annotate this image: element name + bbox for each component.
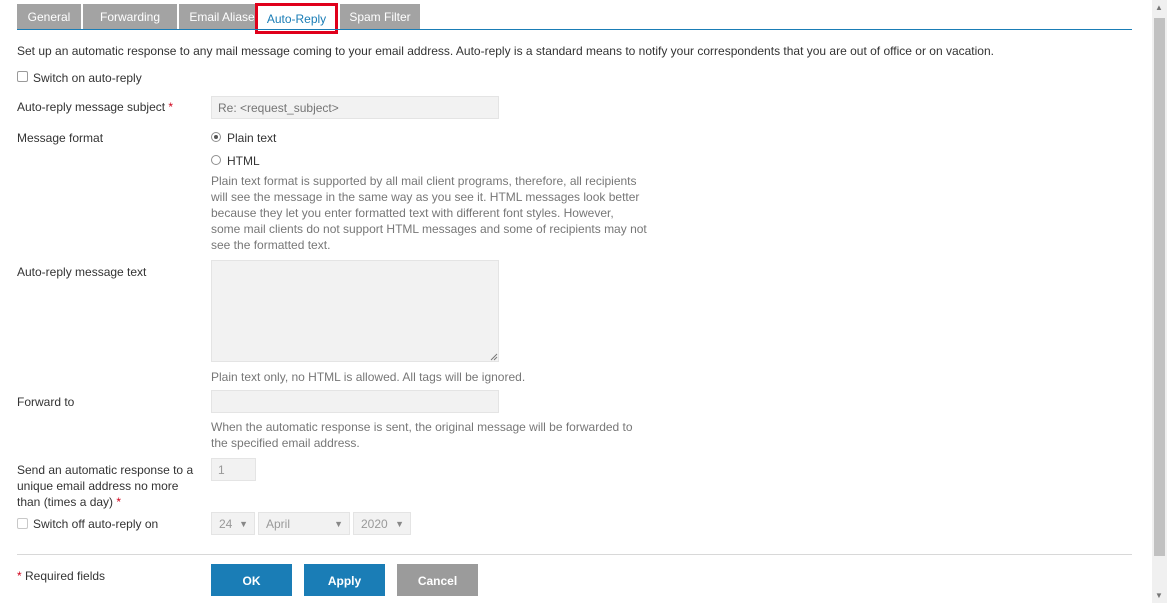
plain-text-radio[interactable] bbox=[211, 132, 221, 142]
chevron-down-icon: ▼ bbox=[239, 519, 248, 529]
message-text-hint: Plain text only, no HTML is allowed. All… bbox=[211, 370, 526, 384]
subject-input[interactable] bbox=[211, 96, 499, 119]
vertical-scrollbar[interactable]: ▲ ▼ bbox=[1152, 0, 1167, 603]
subject-label: Auto-reply message subject * bbox=[17, 100, 173, 114]
scroll-up-icon[interactable]: ▲ bbox=[1155, 3, 1163, 12]
month-value: April bbox=[266, 517, 291, 531]
frequency-label-line: than (times a day) * bbox=[17, 494, 193, 510]
switch-on-label: Switch on auto-reply bbox=[33, 71, 142, 85]
cancel-button[interactable]: Cancel bbox=[397, 564, 478, 596]
frequency-label-line: Send an automatic response to a bbox=[17, 463, 194, 477]
tab-forwarding[interactable]: Forwarding bbox=[83, 4, 177, 30]
html-label: HTML bbox=[227, 154, 260, 168]
frequency-label-text: than (times a day) bbox=[17, 495, 114, 509]
year-select[interactable]: 2020 ▼ bbox=[353, 512, 411, 535]
chevron-down-icon: ▼ bbox=[395, 519, 404, 529]
chevron-down-icon: ▼ bbox=[334, 519, 343, 529]
switch-off-label: Switch off auto-reply on bbox=[33, 517, 159, 531]
format-hint-line: will see the message in the same way as … bbox=[211, 190, 640, 204]
format-hint: Plain text format is supported by all ma… bbox=[211, 173, 647, 253]
scroll-down-icon[interactable]: ▼ bbox=[1155, 591, 1163, 600]
day-value: 24 bbox=[219, 517, 233, 531]
required-mark: * bbox=[168, 100, 174, 114]
message-format-label: Message format bbox=[17, 131, 104, 145]
message-text-label: Auto-reply message text bbox=[17, 265, 147, 279]
tab-underline bbox=[17, 29, 1132, 30]
switch-on-checkbox[interactable] bbox=[17, 71, 28, 82]
tab-general[interactable]: General bbox=[17, 4, 81, 30]
footer-divider bbox=[17, 554, 1132, 555]
required-fields-note: * Required fields bbox=[17, 569, 105, 583]
frequency-input[interactable]: 1 bbox=[211, 458, 256, 481]
forward-to-hint: When the automatic response is sent, the… bbox=[211, 419, 633, 451]
month-select[interactable]: April ▼ bbox=[258, 512, 350, 535]
scrollbar-thumb[interactable] bbox=[1154, 18, 1165, 556]
required-fields-text: Required fields bbox=[25, 569, 106, 583]
message-textarea[interactable] bbox=[211, 260, 499, 362]
required-mark: * bbox=[116, 495, 122, 509]
year-value: 2020 bbox=[361, 517, 388, 531]
intro-text: Set up an automatic response to any mail… bbox=[17, 44, 994, 58]
plain-text-label: Plain text bbox=[227, 131, 277, 145]
tab-spam-filter[interactable]: Spam Filter bbox=[340, 4, 420, 30]
frequency-label-line: unique email address no more bbox=[17, 479, 179, 493]
format-hint-line: Plain text format is supported by all ma… bbox=[211, 174, 637, 188]
subject-label-text: Auto-reply message subject bbox=[17, 100, 166, 114]
frequency-label: Send an automatic response to a unique e… bbox=[17, 462, 193, 510]
forward-hint-line: When the automatic response is sent, the… bbox=[211, 420, 633, 434]
forward-hint-line: the specified email address. bbox=[211, 436, 360, 450]
forward-to-input[interactable] bbox=[211, 390, 499, 413]
format-hint-line: some mail clients do not support HTML me… bbox=[211, 222, 647, 236]
format-hint-line: because they let you enter formatted tex… bbox=[211, 206, 614, 220]
required-mark: * bbox=[17, 569, 22, 583]
ok-button[interactable]: OK bbox=[211, 564, 292, 596]
html-radio[interactable] bbox=[211, 155, 221, 165]
format-hint-line: see the formatted text. bbox=[211, 238, 331, 252]
switch-off-checkbox[interactable] bbox=[17, 518, 28, 529]
forward-to-label: Forward to bbox=[17, 395, 75, 409]
day-select[interactable]: 24 ▼ bbox=[211, 512, 255, 535]
apply-button[interactable]: Apply bbox=[304, 564, 385, 596]
resize-grip-icon[interactable] bbox=[490, 353, 498, 361]
